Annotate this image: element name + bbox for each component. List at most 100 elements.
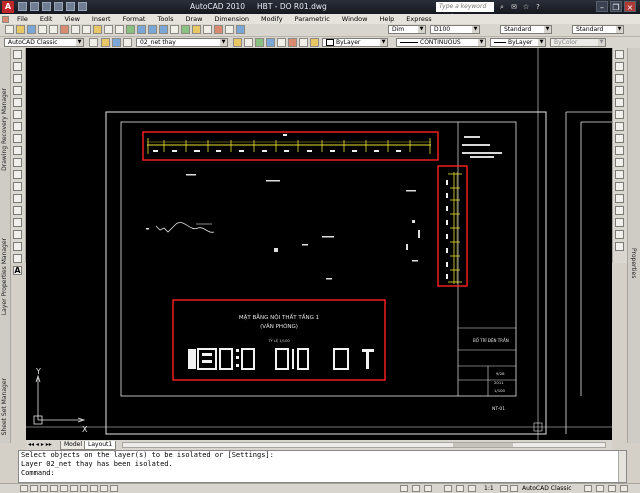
menu-format[interactable]: Format (117, 15, 152, 23)
scale-icon[interactable] (615, 134, 624, 143)
undo-tb-icon[interactable] (104, 25, 113, 34)
zoom-status-icon[interactable] (456, 485, 464, 492)
layer-select[interactable]: 02_net thay ▼ (136, 38, 228, 47)
quick-properties-icon[interactable] (110, 485, 118, 492)
gear-icon[interactable] (89, 38, 98, 47)
layer-sun-icon[interactable] (112, 38, 121, 47)
layer-isolate-icon[interactable] (266, 38, 275, 47)
layer-previous-icon[interactable] (255, 38, 264, 47)
lock-icon[interactable] (584, 485, 592, 492)
search-icon[interactable]: ⌕ (497, 2, 507, 12)
layer-freeze-icon[interactable] (299, 38, 308, 47)
close-button[interactable]: × (624, 1, 636, 12)
construction-line-icon[interactable] (13, 62, 22, 71)
linetype-select[interactable]: CONTINUOUS ▼ (396, 38, 486, 47)
multiline-text-icon[interactable]: A (13, 266, 22, 275)
dim-style-select[interactable]: Dim ▼ (388, 25, 426, 34)
layer-bulb-icon[interactable] (101, 38, 110, 47)
undo-icon[interactable] (54, 2, 63, 11)
make-current-icon[interactable] (244, 38, 253, 47)
mirror-icon[interactable] (615, 74, 624, 83)
arc-icon[interactable] (13, 110, 22, 119)
extend-icon[interactable] (615, 170, 624, 179)
menu-edit[interactable]: Edit (34, 15, 59, 23)
join-icon[interactable] (615, 206, 624, 215)
properties-tab[interactable]: Properties (630, 248, 637, 278)
copy-object-icon[interactable] (615, 62, 624, 71)
redo-icon[interactable] (66, 2, 75, 11)
table-icon[interactable] (13, 254, 22, 263)
tab-nav-arrows[interactable]: ◂◂ ◂ ▸ ▸▸ (28, 441, 52, 448)
qnew-icon[interactable] (5, 25, 14, 34)
save-icon[interactable] (42, 2, 51, 11)
erase-icon[interactable] (615, 50, 624, 59)
text-style-select[interactable]: Standard ▼ (500, 25, 552, 34)
quick-view-drawings-icon[interactable] (424, 485, 432, 492)
tab-layout1[interactable]: Layout1 (84, 441, 117, 450)
spline-icon[interactable] (13, 146, 22, 155)
paste-icon[interactable] (82, 25, 91, 34)
workspace-select[interactable]: AutoCAD Classic ▼ (4, 38, 84, 47)
menu-window[interactable]: Window (336, 15, 374, 23)
annotation-scale[interactable]: 1:1 (484, 485, 494, 492)
ortho-mode-icon[interactable] (40, 485, 48, 492)
polygon-icon[interactable] (13, 86, 22, 95)
design-center-icon[interactable] (181, 25, 190, 34)
dim-scale-select[interactable]: D100 ▼ (430, 25, 480, 34)
help-icon[interactable]: ? (533, 2, 543, 12)
menu-insert[interactable]: Insert (86, 15, 117, 23)
menu-help[interactable]: Help (373, 15, 400, 23)
redo-tb-icon[interactable] (115, 25, 124, 34)
ellipse-arc-icon[interactable] (13, 170, 22, 179)
object-snap-tracking-icon[interactable] (70, 485, 78, 492)
line-icon[interactable] (13, 50, 22, 59)
zoom-previous-icon[interactable] (159, 25, 168, 34)
polar-tracking-icon[interactable] (50, 485, 58, 492)
menu-modify[interactable]: Modify (255, 15, 289, 23)
hatch-icon[interactable] (13, 218, 22, 227)
document-icon[interactable] (2, 15, 9, 23)
menu-view[interactable]: View (58, 15, 85, 23)
drawing-recovery-tab[interactable]: Drawing Recovery Manager (1, 88, 8, 171)
lineweight-select[interactable]: ByLayer ▼ (490, 38, 546, 47)
calculator-icon[interactable] (225, 25, 234, 34)
menu-parametric[interactable]: Parametric (289, 15, 336, 23)
pan-icon[interactable] (126, 25, 135, 34)
break-icon[interactable] (615, 194, 624, 203)
sheet-set-icon[interactable] (203, 25, 212, 34)
pan-status-icon[interactable] (444, 485, 452, 492)
isolate-objects-icon[interactable] (608, 485, 616, 492)
stretch-icon[interactable] (615, 146, 624, 155)
properties-icon[interactable] (170, 25, 179, 34)
object-snap-icon[interactable] (60, 485, 68, 492)
command-scrollbar[interactable] (618, 451, 626, 482)
menu-draw[interactable]: Draw (180, 15, 209, 23)
annotation-visibility-icon[interactable] (500, 485, 508, 492)
favorites-icon[interactable]: ☆ (521, 2, 531, 12)
point-icon[interactable] (13, 206, 22, 215)
layer-off-icon[interactable] (288, 38, 297, 47)
command-prompt[interactable]: Command: (21, 469, 626, 478)
zoom-realtime-icon[interactable] (137, 25, 146, 34)
region-icon[interactable] (13, 242, 22, 251)
revcloud-icon[interactable] (13, 134, 22, 143)
menu-express[interactable]: Express (400, 15, 437, 23)
offset-icon[interactable] (615, 86, 624, 95)
markup-icon[interactable] (214, 25, 223, 34)
model-space-icon[interactable] (400, 485, 408, 492)
minimize-button[interactable]: – (596, 1, 608, 12)
move-icon[interactable] (615, 110, 624, 119)
layer-manager-icon[interactable] (233, 38, 242, 47)
horizontal-scrollbar[interactable] (122, 442, 606, 448)
plot-icon[interactable] (78, 2, 87, 11)
cut-icon[interactable] (60, 25, 69, 34)
open-file-icon[interactable] (30, 2, 39, 11)
menu-file[interactable]: File (11, 15, 34, 23)
command-window[interactable]: Select objects on the layer(s) to be iso… (18, 450, 627, 483)
copy-icon[interactable] (71, 25, 80, 34)
clean-screen-icon[interactable] (620, 485, 628, 492)
menu-tools[interactable]: Tools (151, 15, 179, 23)
ellipse-icon[interactable] (13, 158, 22, 167)
help-tb-icon[interactable] (236, 25, 245, 34)
status-workspace[interactable]: AutoCAD Classic (522, 485, 572, 492)
